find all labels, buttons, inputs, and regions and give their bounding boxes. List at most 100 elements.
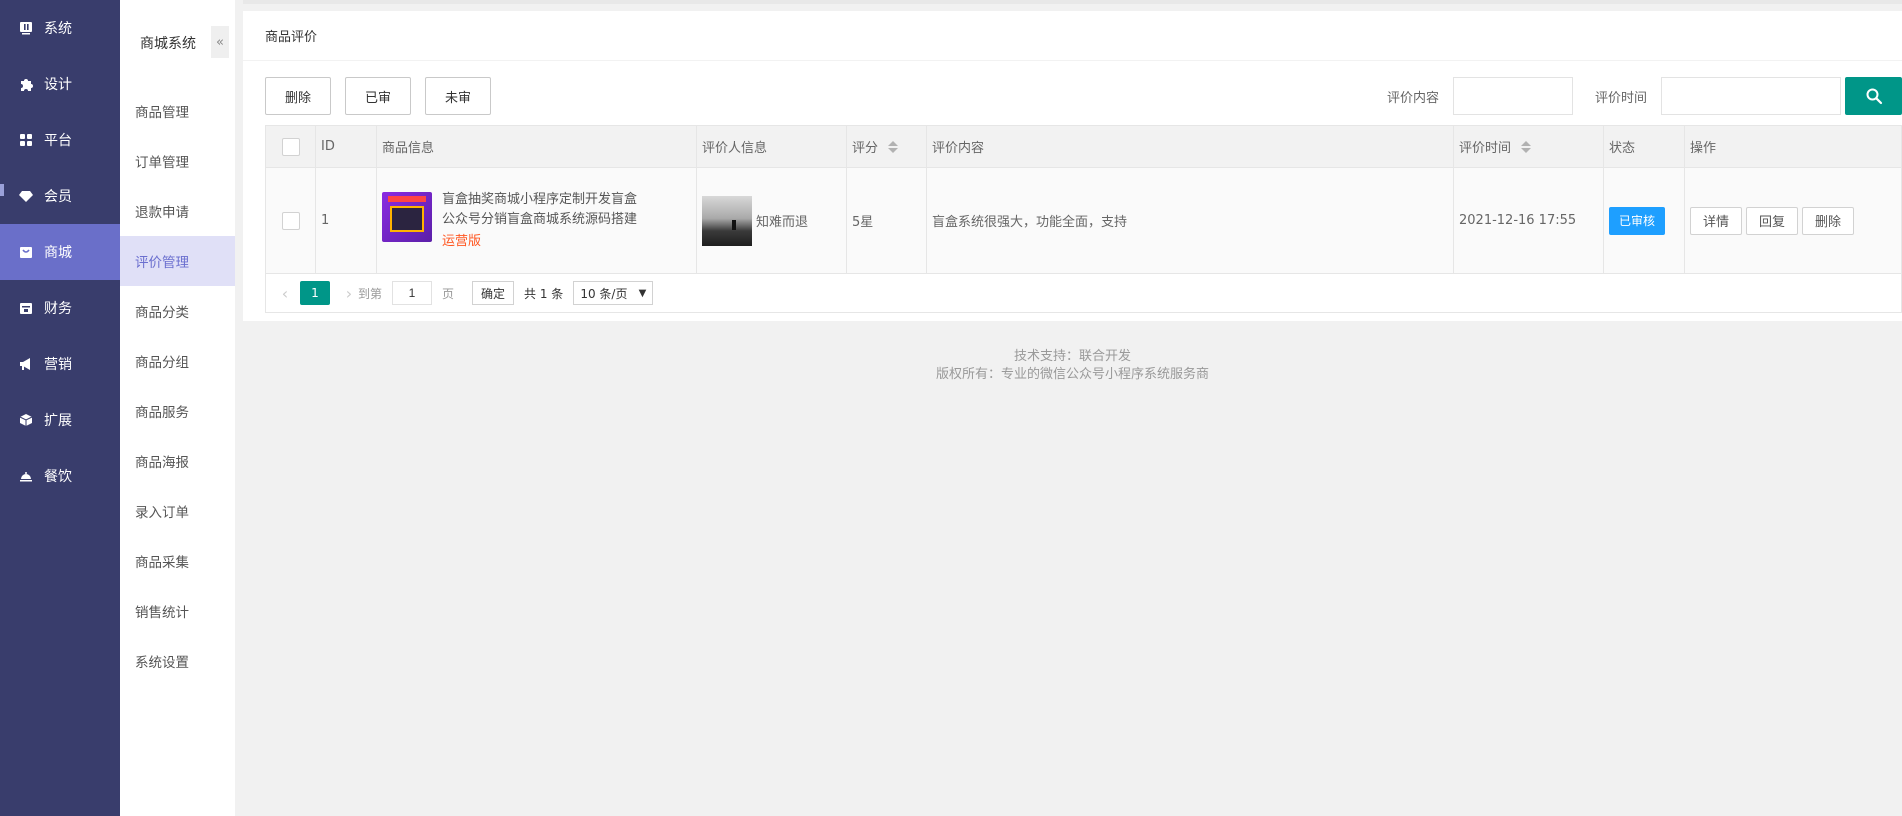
search-bar: 评价内容 评价时间 — [1387, 77, 1902, 115]
page-size-value: 10 条/页 — [580, 286, 628, 301]
goods-badge: 运营版 — [442, 233, 482, 249]
status-badge[interactable]: 已审核 — [1609, 206, 1666, 235]
pagination: ‹ 1 › 到第 页 确定 共 1 条 10 条/页 ▼ — [266, 274, 1901, 312]
page-unit-label: 页 — [442, 286, 455, 301]
sub-nav-item[interactable]: 录入订单 — [120, 486, 235, 536]
goods-info: 盲盒抽奖商城小程序定制开发盲盒公众号分销盲盒商城系统源码搭建 运营版 — [382, 190, 642, 252]
nav-item-design[interactable]: 设计 — [0, 56, 120, 112]
nav-item-finance[interactable]: 财务 — [0, 280, 120, 336]
collapse-sidebar-button[interactable]: « — [211, 26, 229, 58]
table-row: 1 盲盒抽奖商城小程序定制开发盲盒公众号分销盲盒商城系统源码搭建 运营版 知难而… — [266, 168, 1901, 274]
review-table: ID 商品信息 评价人信息 评分 评价内容 评价时间 状态 操作 1 盲盒抽奖商… — [265, 125, 1902, 313]
header-score-label: 评分 — [852, 141, 879, 156]
header-id: ID — [316, 126, 377, 167]
reply-button[interactable]: 回复 — [1746, 206, 1799, 235]
total-count: 共 1 条 — [524, 286, 564, 301]
header-reviewer: 评价人信息 — [697, 126, 847, 167]
header-status: 状态 — [1604, 126, 1685, 167]
sidebar-marker — [0, 184, 4, 196]
select-all-checkbox[interactable] — [281, 137, 300, 156]
header-checkbox-cell — [266, 126, 316, 167]
nav-item-marketing[interactable]: 营销 — [0, 336, 120, 392]
sort-icon[interactable] — [888, 140, 899, 153]
content-card: 商品评价 删除 已审 未审 评价内容 评价时间 ID 商品信息 评价人信息 评分… — [243, 11, 1902, 321]
prev-page-icon[interactable]: ‹ — [276, 284, 294, 303]
reviewer-name: 知难而退 — [756, 215, 809, 230]
sub-nav-item[interactable]: 订单管理 — [120, 136, 235, 186]
row-ops: 详情 回复 删除 — [1685, 168, 1901, 273]
nav-item-extension[interactable]: 扩展 — [0, 392, 120, 448]
megaphone-icon — [19, 357, 33, 371]
row-checkbox[interactable] — [281, 211, 300, 230]
sub-nav-item-active[interactable]: 评价管理 — [120, 236, 235, 286]
detail-button[interactable]: 详情 — [1690, 206, 1743, 235]
reviewer-info: 知难而退 — [702, 195, 809, 246]
row-actions: 详情 回复 删除 — [1690, 206, 1855, 235]
approved-button[interactable]: 已审 — [345, 77, 411, 115]
cube-icon — [19, 413, 33, 427]
sub-nav-item[interactable]: 退款申请 — [120, 186, 235, 236]
time-filter-label: 评价时间 — [1594, 90, 1647, 106]
sub-nav-item[interactable]: 商品采集 — [120, 536, 235, 586]
main-sidebar: 系统 设计 平台 会员 商城 财务 营销 扩展 餐饮 — [0, 0, 120, 816]
table-header-row: ID 商品信息 评价人信息 评分 评价内容 评价时间 状态 操作 — [266, 126, 1901, 168]
goto-label: 到第 — [358, 286, 383, 301]
action-toolbar: 删除 已审 未审 — [265, 77, 505, 115]
header-ops: 操作 — [1690, 141, 1717, 156]
goto-page-input[interactable] — [392, 281, 433, 305]
page-title: 商品评价 — [243, 11, 1902, 61]
row-score: 5星 — [847, 168, 927, 273]
goods-text: 盲盒抽奖商城小程序定制开发盲盒公众号分销盲盒商城系统源码搭建 运营版 — [442, 190, 642, 252]
sub-nav-item[interactable]: 商品服务 — [120, 386, 235, 436]
content-filter-label: 评价内容 — [1386, 90, 1439, 106]
nav-label: 平台 — [44, 133, 72, 149]
row-content: 盲盒系统很强大，功能全面，支持 — [927, 168, 1454, 273]
avatar — [702, 195, 752, 246]
sub-nav-item[interactable]: 商品管理 — [120, 86, 235, 136]
row-status: 已审核 — [1604, 168, 1685, 273]
nav-label: 扩展 — [44, 413, 72, 429]
goods-name: 盲盒抽奖商城小程序定制开发盲盒公众号分销盲盒商城系统源码搭建 — [442, 191, 638, 227]
nav-item-system[interactable]: 系统 — [0, 0, 120, 56]
goto-confirm-button[interactable]: 确定 — [472, 281, 515, 305]
nav-item-platform[interactable]: 平台 — [0, 112, 120, 168]
nav-label: 餐饮 — [44, 469, 72, 485]
row-time: 2021-12-16 17:55 — [1454, 168, 1604, 273]
nav-label: 财务 — [44, 301, 72, 317]
puzzle-icon — [19, 77, 33, 91]
row-goods: 盲盒抽奖商城小程序定制开发盲盒公众号分销盲盒商城系统源码搭建 运营版 — [377, 168, 697, 273]
nav-label: 系统 — [44, 21, 72, 37]
header-time[interactable]: 评价时间 — [1454, 126, 1604, 167]
diamond-icon — [19, 189, 33, 203]
header-score[interactable]: 评分 — [847, 126, 927, 167]
sub-nav-item[interactable]: 商品分类 — [120, 286, 235, 336]
nav-label: 商城 — [44, 245, 72, 261]
sub-nav-item[interactable]: 商品分组 — [120, 336, 235, 386]
row-delete-button[interactable]: 删除 — [1802, 206, 1855, 235]
top-strip — [243, 0, 1902, 4]
content-filter-input[interactable] — [1452, 77, 1573, 115]
sub-sidebar: 商城系统 商品管理 订单管理 退款申请 评价管理 商品分类 商品分组 商品服务 … — [120, 0, 235, 816]
search-icon — [1866, 88, 1882, 105]
unapproved-button[interactable]: 未审 — [425, 77, 491, 115]
row-id: 1 — [316, 168, 377, 273]
nav-item-member[interactable]: 会员 — [0, 168, 120, 224]
current-page-button[interactable]: 1 — [300, 281, 330, 305]
wallet-icon — [19, 301, 33, 315]
nav-item-catering[interactable]: 餐饮 — [0, 448, 120, 504]
next-page-icon[interactable]: › — [340, 284, 358, 303]
footer-support: 技术支持：联合开发 — [1013, 349, 1131, 364]
delete-button[interactable]: 删除 — [265, 77, 331, 115]
page-size-select[interactable]: 10 条/页 ▼ — [573, 281, 654, 305]
sub-nav-item[interactable]: 商品海报 — [120, 436, 235, 486]
nav-label: 营销 — [44, 357, 72, 373]
nav-item-mall[interactable]: 商城 — [0, 224, 120, 280]
header-time-label: 评价时间 — [1459, 141, 1512, 156]
row-reviewer: 知难而退 — [697, 168, 847, 273]
time-filter-input[interactable] — [1661, 77, 1841, 115]
sort-icon[interactable] — [1521, 140, 1532, 153]
sub-nav-item[interactable]: 销售统计 — [120, 586, 235, 636]
search-button[interactable] — [1845, 77, 1902, 115]
sub-nav-item[interactable]: 系统设置 — [120, 636, 235, 686]
header-goods: 商品信息 — [377, 126, 697, 167]
